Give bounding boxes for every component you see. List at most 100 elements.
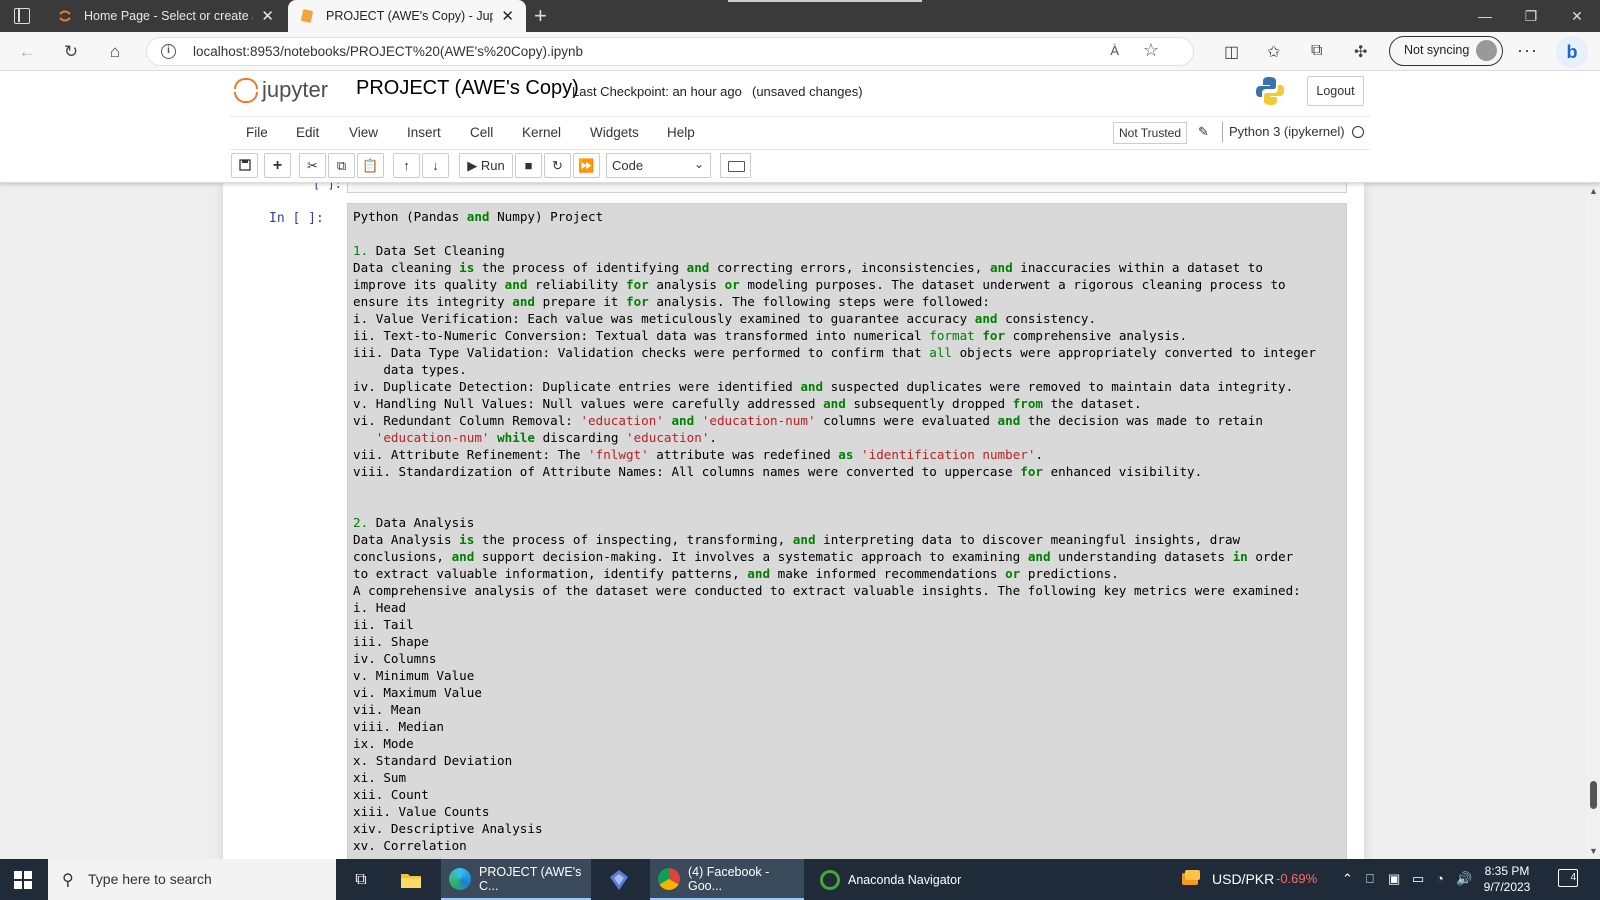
address-toolbar: ← ↻ ⌂ i localhost:8953/notebooks/PROJECT…: [0, 32, 1600, 71]
save-button[interactable]: [231, 153, 258, 178]
code-line: iii. Data Type Validation: Validation ch…: [353, 344, 1346, 361]
back-icon[interactable]: ←: [14, 39, 40, 65]
wifi-icon[interactable]: ◔: [1436, 871, 1444, 886]
windows-start-icon[interactable]: [14, 871, 32, 889]
file-explorer-icon[interactable]: [400, 859, 424, 900]
favorite-star-icon[interactable]: ☆: [1143, 40, 1159, 61]
tab-home-page[interactable]: Home Page - Select or create a n ✕: [46, 0, 286, 32]
code-line: ensure its integrity and prepare it for …: [353, 293, 1346, 310]
home-icon[interactable]: ⌂: [102, 39, 128, 65]
notifications-icon[interactable]: 4: [1558, 869, 1578, 887]
scroll-up-icon[interactable]: ▲: [1589, 186, 1598, 196]
ticker-name[interactable]: USD/PKR: [1212, 871, 1274, 887]
run-button[interactable]: ▶ Run: [459, 153, 513, 178]
read-aloud-icon[interactable]: À: [1110, 43, 1119, 58]
collections-icon[interactable]: ⧉: [1311, 42, 1322, 60]
restart-button[interactable]: ↻: [544, 153, 571, 178]
address-bar[interactable]: i localhost:8953/notebooks/PROJECT%20(AW…: [146, 37, 1194, 66]
move-down-button[interactable]: ↓: [422, 153, 449, 178]
code-token: 'education': [626, 430, 710, 445]
code-token: support decision-making. It involves a s…: [474, 549, 1028, 564]
code-token: A comprehensive analysis of the dataset …: [353, 583, 1301, 598]
code-editor[interactable]: Python (Pandas and Numpy) Project 1. Data…: [348, 204, 1346, 854]
code-line: vii. Mean: [353, 701, 1346, 718]
cell-prompt: In [ ]:: [269, 211, 324, 226]
menu-help[interactable]: Help: [667, 125, 695, 140]
new-tab-button[interactable]: +: [534, 4, 547, 28]
close-window-icon[interactable]: ✕: [1554, 0, 1600, 32]
taskbar-app-anaconda[interactable]: Anaconda Navigator: [816, 859, 976, 900]
menu-edit[interactable]: Edit: [296, 125, 319, 140]
interrupt-button[interactable]: ■: [515, 153, 542, 178]
vertical-scrollbar[interactable]: ▲ ▼: [1586, 183, 1600, 859]
keyboard-shortcuts-button[interactable]: [720, 153, 751, 178]
notebook-container: [ ]: In [ ]: Python (Pandas and Numpy) P…: [0, 183, 1586, 859]
code-token: conclusions,: [353, 549, 452, 564]
menu-cell[interactable]: Cell: [470, 125, 493, 140]
tab-project-notebook[interactable]: PROJECT (AWE's Copy) - Jupyter ✕: [288, 0, 526, 32]
paste-button[interactable]: 📋: [357, 153, 384, 178]
menu-view[interactable]: View: [349, 125, 378, 140]
split-screen-icon[interactable]: ◫: [1224, 42, 1239, 62]
close-tab-icon[interactable]: ✕: [501, 7, 514, 25]
arrow-up-icon: ↑: [403, 158, 410, 173]
cell-type-select[interactable]: Code ⌄: [606, 153, 711, 178]
trust-indicator-button[interactable]: Not Trusted: [1113, 122, 1187, 144]
code-token: ix. Mode: [353, 736, 414, 751]
minimize-icon[interactable]: —: [1462, 0, 1508, 32]
jupyter-logo[interactable]: jupyter: [232, 75, 328, 105]
taskbar-pinned-app-icon[interactable]: [608, 859, 632, 900]
taskbar-search-box[interactable]: ⚲ Type here to search: [48, 859, 336, 900]
menu-file[interactable]: File: [246, 125, 268, 140]
close-tab-icon[interactable]: ✕: [261, 7, 274, 25]
currency-widget-icon[interactable]: [1180, 868, 1202, 893]
move-up-button[interactable]: ↑: [393, 153, 420, 178]
code-token: subsequently dropped: [845, 396, 1013, 411]
favorites-icon[interactable]: ✩: [1267, 42, 1280, 62]
task-view-icon[interactable]: ⧉: [348, 859, 374, 900]
copy-icon: ⧉: [336, 158, 347, 173]
notebook-title[interactable]: PROJECT (AWE's Copy): [356, 77, 579, 100]
battery-icon[interactable]: ▭: [1412, 871, 1424, 887]
taskbar-app-chrome[interactable]: (4) Facebook - Goo...: [650, 859, 804, 900]
code-token: vi. Maximum Value: [353, 685, 482, 700]
menu-kernel[interactable]: Kernel: [522, 125, 561, 140]
meet-now-icon[interactable]: ▣: [1388, 871, 1400, 887]
previous-code-cell[interactable]: [347, 183, 1347, 193]
copy-button[interactable]: ⧉: [328, 153, 355, 178]
tab-actions-icon[interactable]: [14, 8, 30, 24]
code-token: correcting errors, inconsistencies,: [709, 260, 990, 275]
code-line: 'education-num' while discarding 'educat…: [353, 429, 1346, 446]
bing-chat-icon[interactable]: b: [1556, 36, 1588, 68]
code-token: for: [625, 277, 649, 292]
menu-widgets[interactable]: Widgets: [590, 125, 639, 140]
profile-sync-button[interactable]: Not syncing: [1389, 36, 1503, 66]
code-cell[interactable]: Python (Pandas and Numpy) Project 1. Data…: [347, 203, 1347, 859]
restart-run-all-button[interactable]: ⏩: [573, 153, 600, 178]
device-icon[interactable]: ⎕: [1366, 871, 1374, 887]
code-line: xi. Sum: [353, 769, 1346, 786]
restore-icon[interactable]: ❐: [1508, 0, 1554, 32]
url-text[interactable]: localhost:8953/notebooks/PROJECT%20(AWE'…: [193, 44, 583, 59]
menu-insert[interactable]: Insert: [407, 125, 441, 140]
taskbar-app-edge[interactable]: PROJECT (AWE's C...: [441, 859, 591, 900]
scroll-down-icon[interactable]: ▼: [1589, 846, 1598, 856]
code-token: vi. Redundant Column Removal:: [353, 413, 581, 428]
taskbar-clock[interactable]: 8:35 PM 9/7/2023: [1472, 863, 1542, 895]
logout-button[interactable]: Logout: [1307, 76, 1364, 106]
more-menu-icon[interactable]: ···: [1517, 40, 1538, 61]
refresh-icon[interactable]: ↻: [58, 39, 84, 65]
code-token: and: [974, 311, 998, 326]
volume-icon[interactable]: 🔊: [1456, 871, 1472, 887]
show-hidden-icons-icon[interactable]: ⌃: [1342, 871, 1353, 887]
insert-cell-button[interactable]: +: [264, 153, 291, 178]
extensions-icon[interactable]: ✣: [1354, 42, 1367, 62]
cut-button[interactable]: ✂: [299, 153, 326, 178]
site-info-icon[interactable]: i: [161, 44, 176, 59]
code-line: xv. Correlation: [353, 837, 1346, 854]
scrollbar-thumb[interactable]: [1590, 781, 1597, 809]
code-line: vii. Attribute Refinement: The 'fnlwgt' …: [353, 446, 1346, 463]
